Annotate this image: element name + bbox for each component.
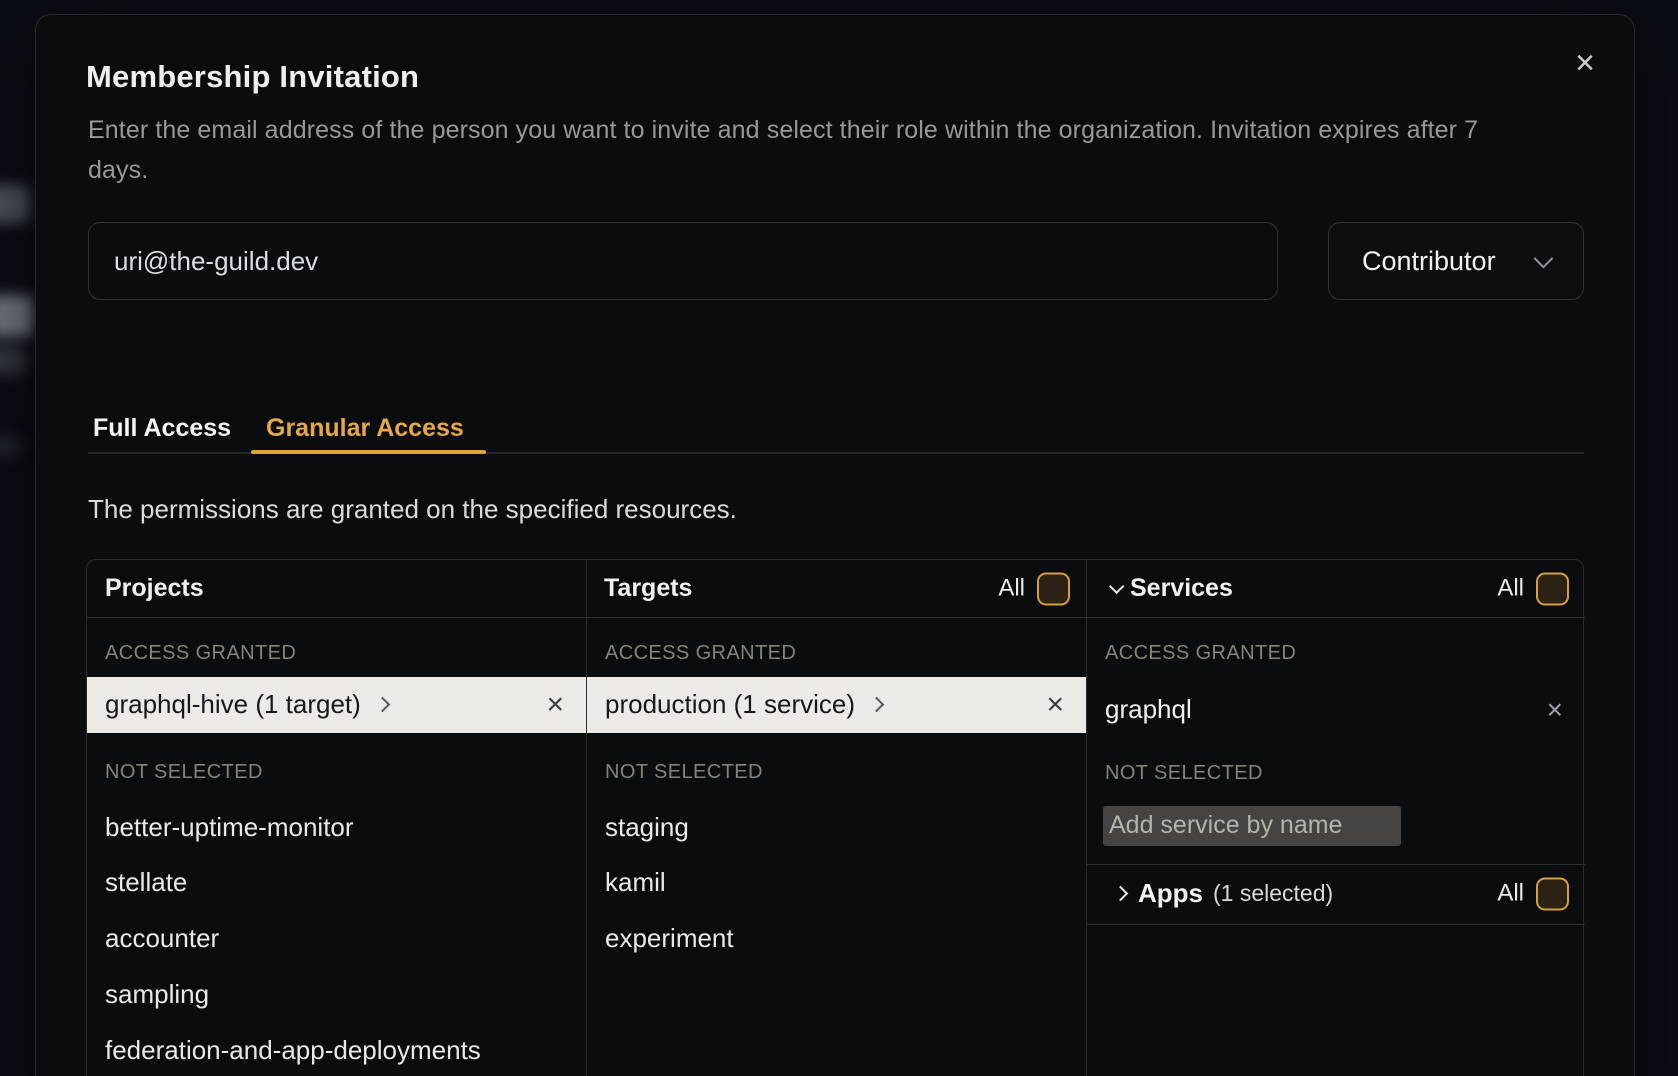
- project-selected-name: graphql-hive (1 target): [105, 689, 361, 720]
- service-selected-name: graphql: [1105, 694, 1192, 725]
- chevron-right-icon: [1113, 886, 1129, 902]
- resources-table: Projects ACCESS GRANTED graphql-hive (1 …: [86, 559, 1584, 1076]
- targets-all-label: All: [998, 575, 1025, 603]
- project-item[interactable]: accounter: [87, 911, 586, 966]
- modal-description-line1: Enter the email address of the person yo…: [88, 110, 1588, 150]
- background-page-blur-fragment: [0, 345, 26, 375]
- project-selected-row[interactable]: graphql-hive (1 target) ×: [87, 677, 586, 733]
- projects-header: Projects: [87, 560, 586, 618]
- permissions-note: The permissions are granted on the speci…: [88, 494, 737, 525]
- services-all-label: All: [1497, 575, 1524, 603]
- remove-target-icon[interactable]: ×: [1046, 690, 1064, 720]
- targets-header: Targets All: [587, 560, 1086, 618]
- service-selected-row: graphql ×: [1087, 682, 1585, 738]
- active-tab-underline: [251, 450, 486, 454]
- project-item[interactable]: sampling: [87, 967, 586, 1022]
- remove-service-icon[interactable]: ×: [1547, 696, 1563, 724]
- invite-email-input[interactable]: [89, 223, 1277, 299]
- targets-not-selected-label: NOT SELECTED: [605, 759, 763, 787]
- projects-not-selected-label: NOT SELECTED: [105, 759, 263, 787]
- services-access-granted-label: ACCESS GRANTED: [1105, 640, 1296, 668]
- chevron-right-icon: [869, 697, 885, 713]
- target-item[interactable]: kamil: [587, 855, 1086, 910]
- role-select-value: Contributor: [1362, 246, 1496, 277]
- targets-access-granted-label: ACCESS GRANTED: [605, 640, 796, 668]
- project-item[interactable]: better-uptime-monitor: [87, 800, 586, 855]
- apps-section-divider: [1087, 924, 1585, 926]
- modal-description-line2: days.: [88, 150, 1588, 190]
- tab-granular-access[interactable]: Granular Access: [266, 414, 464, 442]
- projects-access-granted-label: ACCESS GRANTED: [105, 640, 296, 668]
- apps-section-title: Apps: [1138, 878, 1203, 909]
- projects-header-title: Projects: [105, 574, 204, 603]
- services-header-title: Services: [1130, 574, 1233, 603]
- background-page-blur-fragment: [0, 185, 30, 223]
- remove-project-icon[interactable]: ×: [546, 690, 564, 720]
- services-header[interactable]: Services All: [1087, 560, 1585, 618]
- chevron-down-icon[interactable]: [1109, 579, 1125, 595]
- modal-title: Membership Invitation: [86, 59, 419, 95]
- close-icon[interactable]: ×: [1565, 43, 1605, 83]
- target-selected-row[interactable]: production (1 service) ×: [587, 677, 1086, 733]
- target-item[interactable]: experiment: [587, 911, 1086, 966]
- targets-header-title: Targets: [604, 574, 692, 603]
- invite-email-field[interactable]: [88, 222, 1278, 300]
- background-page-blur-fragment: [0, 436, 22, 456]
- apps-all-label: All: [1497, 880, 1524, 908]
- project-item[interactable]: federation-and-app-deployments: [87, 1023, 586, 1076]
- modal-description: Enter the email address of the person yo…: [88, 110, 1588, 190]
- project-item[interactable]: stellate: [87, 855, 586, 910]
- background-page-blur-fragment: [0, 295, 34, 337]
- tab-full-access[interactable]: Full Access: [93, 414, 231, 442]
- membership-invitation-modal: × Membership Invitation Enter the email …: [35, 14, 1635, 1076]
- services-not-selected-label: NOT SELECTED: [1105, 760, 1263, 788]
- add-service-input[interactable]: [1103, 806, 1401, 846]
- apps-all-checkbox[interactable]: [1536, 877, 1569, 910]
- chevron-down-icon: [1534, 249, 1554, 269]
- apps-selected-count: (1 selected): [1213, 880, 1333, 907]
- services-all-checkbox[interactable]: [1536, 572, 1569, 605]
- target-item[interactable]: staging: [587, 800, 1086, 855]
- projects-column: Projects ACCESS GRANTED graphql-hive (1 …: [87, 560, 586, 1076]
- target-selected-name: production (1 service): [605, 689, 855, 720]
- targets-column: Targets All ACCESS GRANTED production (1…: [586, 560, 1086, 1076]
- services-column: Services All ACCESS GRANTED graphql × NO…: [1086, 560, 1585, 1076]
- apps-section-row[interactable]: Apps (1 selected) All: [1087, 865, 1585, 923]
- targets-all-checkbox[interactable]: [1037, 572, 1070, 605]
- role-select[interactable]: Contributor: [1328, 222, 1584, 300]
- chevron-right-icon: [375, 697, 391, 713]
